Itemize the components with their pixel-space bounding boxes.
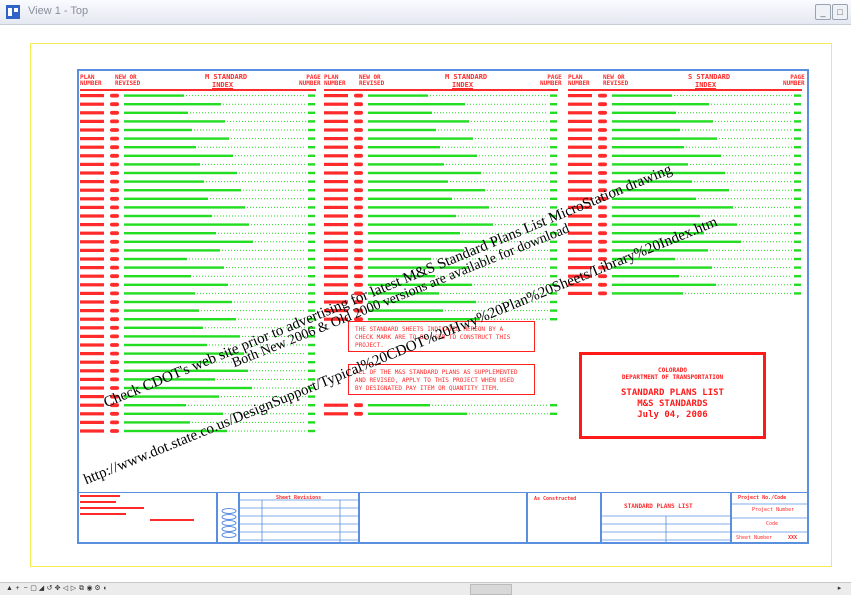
sheet-number-value: XXX xyxy=(788,535,798,541)
col3-page-number-header: PAGE NUMBER xyxy=(783,74,805,87)
col3-header-rule xyxy=(568,89,802,91)
col2-index: INDEX xyxy=(452,81,474,89)
window-area-icon[interactable]: ▢ xyxy=(30,585,37,592)
col1-page-number-header: PAGE NUMBER xyxy=(299,74,321,87)
copy-view-icon[interactable]: ⧉ xyxy=(78,585,85,592)
bottom-project-cell: Project No./Code Project Number Code She… xyxy=(731,492,809,544)
scroll-right-icon[interactable]: ▸ xyxy=(836,585,843,592)
window-titlebar: View 1 - Top _ □ xyxy=(0,0,851,25)
title-block-date: July 04, 2006 xyxy=(637,410,708,420)
sheet-revisions-label: Sheet Revisions xyxy=(276,495,322,501)
pan-view-icon[interactable]: ✥ xyxy=(54,585,61,592)
col3-new-revised-header: NEW OR REVISED xyxy=(603,74,629,87)
col3-title: S STANDARD xyxy=(688,73,731,81)
bottom-plans-list-cell: STANDARD PLANS LIST xyxy=(601,492,731,544)
col1-title: M STANDARD xyxy=(205,73,248,81)
col3-plan-number-header: PLAN NUMBER xyxy=(568,74,590,87)
update-view-icon[interactable]: ▲ xyxy=(6,585,13,592)
as-constructed-label: As Constructed xyxy=(534,496,577,502)
microstation-view-icon xyxy=(6,5,20,19)
std-plans-list-label: STANDARD PLANS LIST xyxy=(624,503,693,510)
zoom-out-icon[interactable]: − xyxy=(22,585,29,592)
title-block-dept: DEPARTMENT OF TRANSPORTATION xyxy=(621,374,724,381)
fit-view-icon[interactable]: ◢ xyxy=(38,585,45,592)
maximize-button[interactable]: □ xyxy=(832,4,848,20)
code-cell: Code xyxy=(766,521,779,527)
camera-icon[interactable]: ◉ xyxy=(86,585,93,592)
zoom-in-icon[interactable]: + xyxy=(14,585,21,592)
col1-new-revised-header: NEW OR REVISED xyxy=(115,74,141,87)
bottom-file-info-cell xyxy=(77,492,217,544)
title-block: COLORADO DEPARTMENT OF TRANSPORTATION ST… xyxy=(579,352,766,439)
view-control-toolbar: ▲ + − ▢ ◢ ↺ ✥ ◁ ▷ ⧉ ◉ ⚙ ◐ ▸ xyxy=(0,582,851,595)
col2-title: M STANDARD xyxy=(445,73,488,81)
bottom-blank-cell xyxy=(359,492,527,544)
title-block-ms-standards: M&S STANDARDS xyxy=(637,399,708,409)
render-icon[interactable]: ◐ xyxy=(102,585,109,592)
bottom-sheet-revisions-cell: Sheet Revisions xyxy=(239,492,359,544)
col1-header-rule xyxy=(80,89,316,91)
rotate-view-icon[interactable]: ↺ xyxy=(46,585,53,592)
horizontal-scroll-thumb[interactable] xyxy=(470,584,512,595)
minimize-button[interactable]: _ xyxy=(815,4,831,20)
col1-plan-number-header: PLAN NUMBER xyxy=(80,74,102,87)
project-no-label: Project No./Code xyxy=(738,495,787,501)
bottom-as-constructed-cell: As Constructed xyxy=(527,492,601,544)
col3-index: INDEX xyxy=(695,81,717,89)
col2-page-number-header: PAGE NUMBER xyxy=(540,74,562,87)
col1-index: INDEX xyxy=(212,81,234,89)
view-previous-icon[interactable]: ◁ xyxy=(62,585,69,592)
bottom-logo-cell xyxy=(217,492,239,544)
bottom-title-strip: Sheet Revisions As Constructed STANDARD … xyxy=(77,492,809,544)
view-next-icon[interactable]: ▷ xyxy=(70,585,77,592)
project-number-cell: Project Number xyxy=(752,507,795,513)
title-block-state: COLORADO xyxy=(658,367,687,374)
col2-header-rule xyxy=(324,89,558,91)
sheet-number-label: Sheet Number xyxy=(736,535,773,541)
col2-new-revised-header: NEW OR REVISED xyxy=(359,74,385,87)
title-block-plans-list: STANDARD PLANS LIST xyxy=(621,388,724,398)
col2-plan-number-header: PLAN NUMBER xyxy=(324,74,346,87)
drawing-frame xyxy=(77,69,809,544)
window-title: View 1 - Top xyxy=(28,5,89,17)
view-attributes-icon[interactable]: ⚙ xyxy=(94,585,101,592)
